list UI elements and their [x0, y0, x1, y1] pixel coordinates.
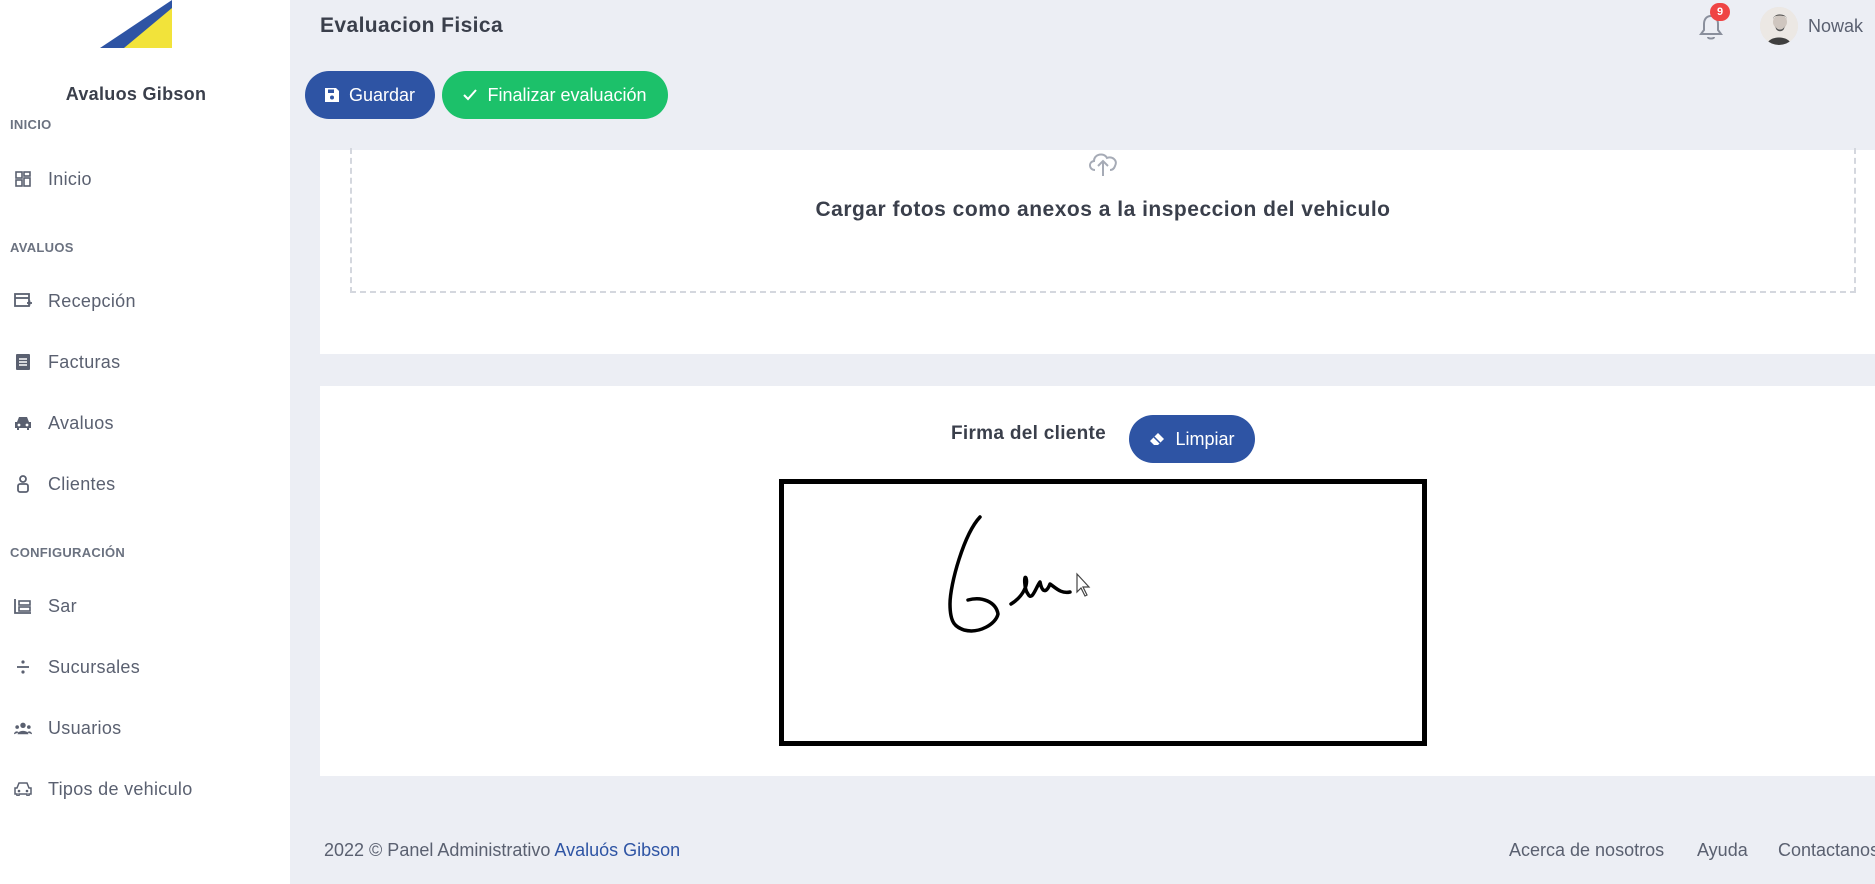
avatar[interactable]: [1760, 7, 1798, 45]
sidebar-item-recepcion[interactable]: Recepción: [0, 281, 290, 321]
finish-button-label: Finalizar evaluación: [487, 84, 647, 105]
copyright-text: 2022 © Panel Administrativo: [324, 840, 555, 860]
sidebar-item-label: Avaluos: [48, 412, 114, 433]
section-label-avaluos: AVALUOS: [10, 240, 74, 255]
signature-pad[interactable]: [779, 479, 1427, 746]
clear-signature-button[interactable]: Limpiar: [1129, 415, 1255, 463]
section-label-inicio: INICIO: [10, 117, 52, 132]
notification-badge: 9: [1710, 3, 1730, 21]
reception-icon: [14, 292, 32, 310]
check-icon: [463, 89, 478, 101]
upload-instructions: Cargar fotos como anexos a la inspeccion…: [815, 198, 1391, 221]
footer-link-contact[interactable]: Contactanos: [1778, 840, 1875, 861]
username[interactable]: Nowak: [1808, 16, 1863, 37]
save-icon: [324, 88, 339, 102]
sidebar-item-label: Facturas: [48, 351, 121, 372]
save-button[interactable]: Guardar: [305, 71, 435, 119]
sidebar-item-usuarios[interactable]: Usuarios: [0, 708, 290, 748]
eraser-icon: [1149, 432, 1165, 446]
sidebar-item-label: Usuarios: [48, 717, 122, 738]
page-title: Evaluacion Fisica: [320, 14, 504, 37]
section-label-configuracion: CONFIGURACIÓN: [10, 545, 126, 560]
sidebar-item-facturas[interactable]: Facturas: [0, 342, 290, 382]
brand-logo[interactable]: [100, 0, 172, 48]
sidebar: Avaluos Gibson INICIO Inicio AVALUOS Rec…: [0, 0, 290, 884]
footer-brand-link[interactable]: Avaluós Gibson: [554, 840, 680, 860]
brand-name: Avaluos Gibson: [65, 84, 207, 104]
sidebar-item-inicio[interactable]: Inicio: [0, 159, 290, 199]
dashboard-icon: [14, 170, 32, 188]
cursor-icon: [1076, 572, 1091, 597]
footer-copyright: 2022 © Panel Administrativo Avaluós Gibs…: [324, 840, 680, 861]
sidebar-item-label: Recepción: [48, 290, 136, 311]
users-icon: [14, 719, 32, 737]
sidebar-item-label: Clientes: [48, 473, 116, 494]
person-icon: [14, 475, 32, 493]
footer-link-help[interactable]: Ayuda: [1697, 840, 1748, 861]
sidebar-item-sucursales[interactable]: Sucursales: [0, 647, 290, 687]
save-button-label: Guardar: [348, 84, 416, 105]
clear-button-label: Limpiar: [1175, 428, 1235, 449]
vehicle-icon: [14, 780, 32, 798]
footer-link-about[interactable]: Acerca de nosotros: [1509, 840, 1664, 861]
invoice-icon: [14, 353, 32, 371]
sidebar-item-label: Tipos de vehiculo: [48, 778, 193, 799]
cloud-upload-icon: [1089, 153, 1117, 176]
sidebar-item-label: Sucursales: [48, 656, 141, 677]
sidebar-item-label: Sar: [48, 595, 77, 616]
signature-label: Firma del cliente: [951, 423, 1107, 444]
sidebar-item-label: Inicio: [48, 168, 92, 189]
register-icon: [14, 597, 32, 615]
finish-evaluation-button[interactable]: Finalizar evaluación: [442, 71, 668, 119]
sidebar-item-tipos-de-vehiculo[interactable]: Tipos de vehiculo: [0, 769, 290, 809]
sidebar-item-clientes[interactable]: Clientes: [0, 464, 290, 504]
signature-drawing: [948, 515, 1091, 633]
car-icon: [14, 414, 32, 432]
divide-icon: [14, 658, 32, 676]
sidebar-item-avaluos[interactable]: Avaluos: [0, 403, 290, 443]
sidebar-item-sar[interactable]: Sar: [0, 586, 290, 626]
